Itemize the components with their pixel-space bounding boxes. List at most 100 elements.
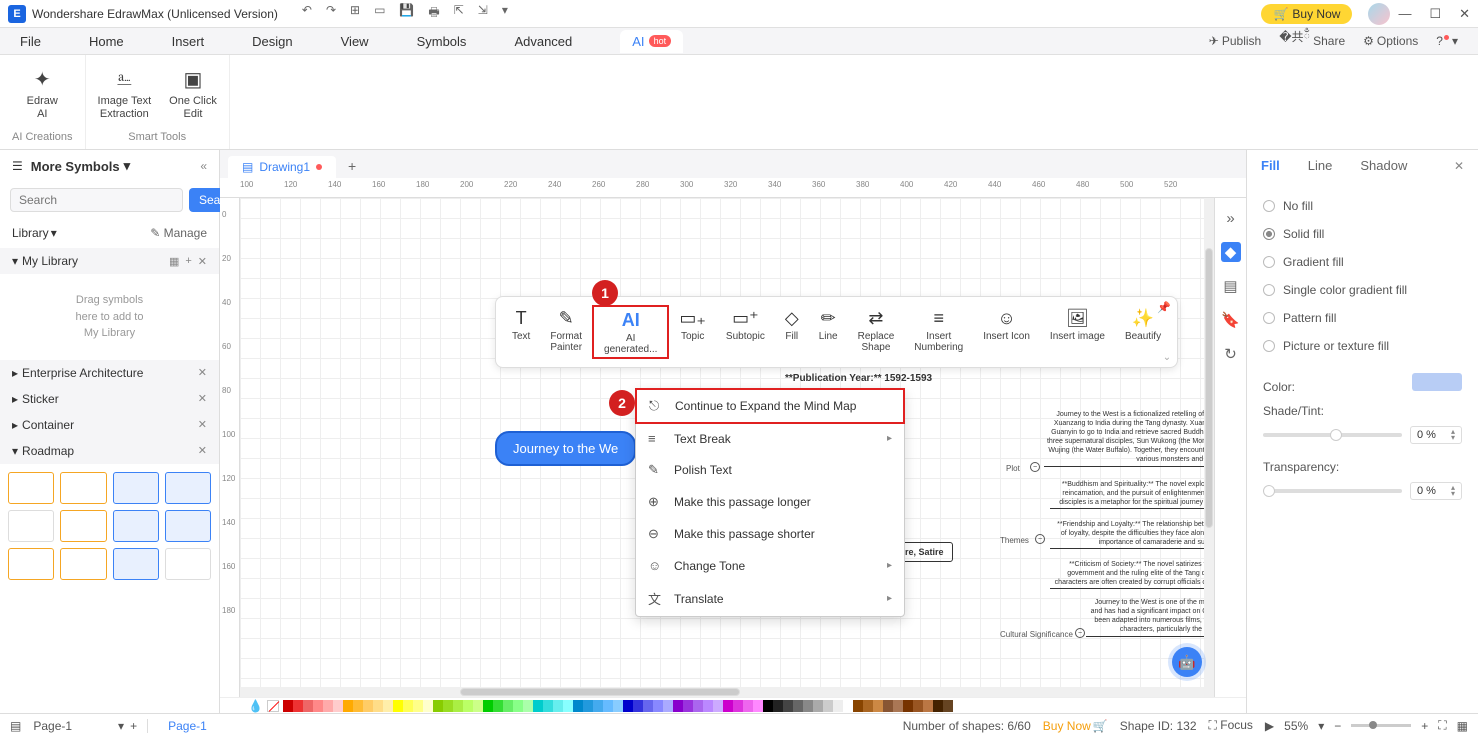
menu-design[interactable]: Design	[252, 34, 292, 49]
color-swatch[interactable]	[513, 700, 523, 712]
color-swatch[interactable]	[443, 700, 453, 712]
color-swatch[interactable]	[643, 700, 653, 712]
section-enterprise[interactable]: ▸Enterprise Architecture✕	[0, 360, 219, 386]
symbol-thumb[interactable]	[165, 472, 211, 504]
color-swatch[interactable]	[483, 700, 493, 712]
section-roadmap[interactable]: ▾Roadmap✕	[0, 438, 219, 464]
color-swatch[interactable]	[303, 700, 313, 712]
expand-panel-icon[interactable]: »	[1221, 208, 1241, 228]
color-swatch[interactable]	[503, 700, 513, 712]
menu-advanced[interactable]: Advanced	[514, 34, 572, 49]
line-tool[interactable]: ✏Line	[809, 305, 848, 359]
export-icon[interactable]: ⇱	[454, 3, 464, 24]
maximize-button[interactable]: ☐	[1429, 6, 1441, 22]
color-swatch[interactable]	[653, 700, 663, 712]
color-swatch[interactable]	[873, 700, 883, 712]
menu-insert[interactable]: Insert	[172, 34, 205, 49]
mm-root-node[interactable]: Journey to the We	[495, 431, 636, 466]
grid-icon[interactable]: ▦	[169, 255, 179, 268]
props-tab-shadow[interactable]: Shadow	[1360, 158, 1407, 173]
color-swatch[interactable]	[783, 700, 793, 712]
image-text-extraction-button[interactable]: ⎁ Image TextExtraction	[98, 67, 152, 121]
color-swatch[interactable]	[773, 700, 783, 712]
color-swatch[interactable]	[853, 700, 863, 712]
color-swatch[interactable]	[543, 700, 553, 712]
more-icon[interactable]: ▾	[502, 3, 508, 24]
ai-generated-tool[interactable]: AIAIgenerated...	[592, 305, 669, 359]
eyedropper-icon[interactable]: 💧	[248, 699, 263, 713]
horizontal-scrollbar[interactable]	[240, 687, 1214, 697]
minimize-button[interactable]: —	[1398, 6, 1411, 22]
edraw-ai-button[interactable]: ✦ EdrawAI	[27, 67, 58, 121]
fill-option-single-gradient[interactable]: Single color gradient fill	[1263, 276, 1462, 304]
color-swatch[interactable]	[673, 700, 683, 712]
ctx-change-tone[interactable]: ☺Change Tone▸	[636, 550, 904, 581]
more-symbols-dropdown[interactable]: More Symbols▾	[31, 158, 193, 174]
fit-page-icon[interactable]: ⛶	[1438, 718, 1446, 733]
color-swatch[interactable]	[563, 700, 573, 712]
buy-now-status[interactable]: Buy Now 🛒	[1043, 719, 1108, 733]
insert-image-tool[interactable]: 🖼Insert image	[1040, 305, 1115, 359]
page-dropdown[interactable]: Page-1 ▾ +	[33, 719, 148, 733]
color-swatch[interactable]	[283, 700, 293, 712]
color-swatch[interactable]	[573, 700, 583, 712]
symbol-thumb[interactable]	[8, 472, 54, 504]
color-swatch[interactable]	[943, 700, 953, 712]
ai-chat-bubble[interactable]: 🤖	[1172, 647, 1202, 677]
color-swatch[interactable]	[703, 700, 713, 712]
transparency-slider[interactable]	[1263, 489, 1402, 493]
menu-view[interactable]: View	[341, 34, 369, 49]
subtopic-tool[interactable]: ▭⁺Subtopic	[716, 305, 775, 359]
props-tab-line[interactable]: Line	[1308, 158, 1333, 173]
ctx-expand-mindmap[interactable]: ⎋Continue to Expand the Mind Map	[635, 388, 905, 424]
open-icon[interactable]: ▭	[374, 3, 385, 24]
color-swatch[interactable]	[473, 700, 483, 712]
mm-expand-icon[interactable]: −	[1075, 628, 1085, 638]
color-swatch[interactable]	[453, 700, 463, 712]
focus-toggle[interactable]: ⛶ Focus	[1209, 718, 1253, 733]
color-swatch[interactable]	[583, 700, 593, 712]
close-section-icon[interactable]: ✕	[198, 392, 207, 405]
color-swatch[interactable]	[403, 700, 413, 712]
color-swatch[interactable]	[293, 700, 303, 712]
symbol-thumb[interactable]	[113, 472, 159, 504]
section-my-library[interactable]: ▾My Library ▦+✕	[0, 248, 219, 274]
history-panel-icon[interactable]: ↻	[1221, 344, 1241, 364]
user-avatar[interactable]	[1368, 3, 1390, 25]
zoom-level[interactable]: 55%	[1284, 719, 1308, 733]
share-button[interactable]: �共ྃ Share	[1279, 24, 1345, 58]
ctx-text-break[interactable]: ≡Text Break▸	[636, 423, 904, 454]
symbol-thumb[interactable]	[8, 510, 54, 542]
buy-now-button[interactable]: 🛒 Buy Now	[1261, 4, 1352, 24]
document-tab[interactable]: ▤ Drawing1	[228, 156, 336, 178]
bookmark-panel-icon[interactable]: 🔖	[1221, 310, 1241, 330]
help-button[interactable]: ? ▾	[1436, 34, 1458, 48]
color-swatch[interactable]	[793, 700, 803, 712]
fill-option-pattern[interactable]: Pattern fill	[1263, 304, 1462, 332]
page-panel-icon[interactable]: ▤	[1221, 276, 1241, 296]
color-swatch[interactable]	[423, 700, 433, 712]
color-swatch[interactable]	[913, 700, 923, 712]
color-swatch[interactable]	[623, 700, 633, 712]
insert-icon-tool[interactable]: ☺Insert Icon	[973, 305, 1040, 359]
fullscreen-icon[interactable]: ▦	[1457, 719, 1468, 733]
shade-value[interactable]: 0 %▴▾	[1410, 426, 1462, 444]
fill-tool[interactable]: ◇Fill	[775, 305, 809, 359]
search-input[interactable]	[10, 188, 183, 212]
color-swatch[interactable]	[903, 700, 913, 712]
options-button[interactable]: ⚙ Options	[1363, 34, 1418, 48]
symbol-thumb[interactable]	[60, 510, 106, 542]
symbol-thumb[interactable]	[60, 472, 106, 504]
ctx-make-shorter[interactable]: ⊖Make this passage shorter	[636, 518, 904, 550]
redo-icon[interactable]: ↷	[326, 3, 336, 24]
collapse-panel-icon[interactable]: «	[200, 159, 207, 173]
pin-icon[interactable]: 📌	[1157, 301, 1171, 314]
color-swatch[interactable]	[373, 700, 383, 712]
color-swatch[interactable]	[603, 700, 613, 712]
symbol-thumb[interactable]	[60, 548, 106, 580]
symbol-thumb[interactable]	[8, 548, 54, 580]
save-icon[interactable]: 💾	[399, 3, 414, 24]
color-swatch[interactable]	[833, 700, 843, 712]
text-tool[interactable]: TText	[502, 305, 540, 359]
ctx-polish-text[interactable]: ✎Polish Text	[636, 454, 904, 486]
